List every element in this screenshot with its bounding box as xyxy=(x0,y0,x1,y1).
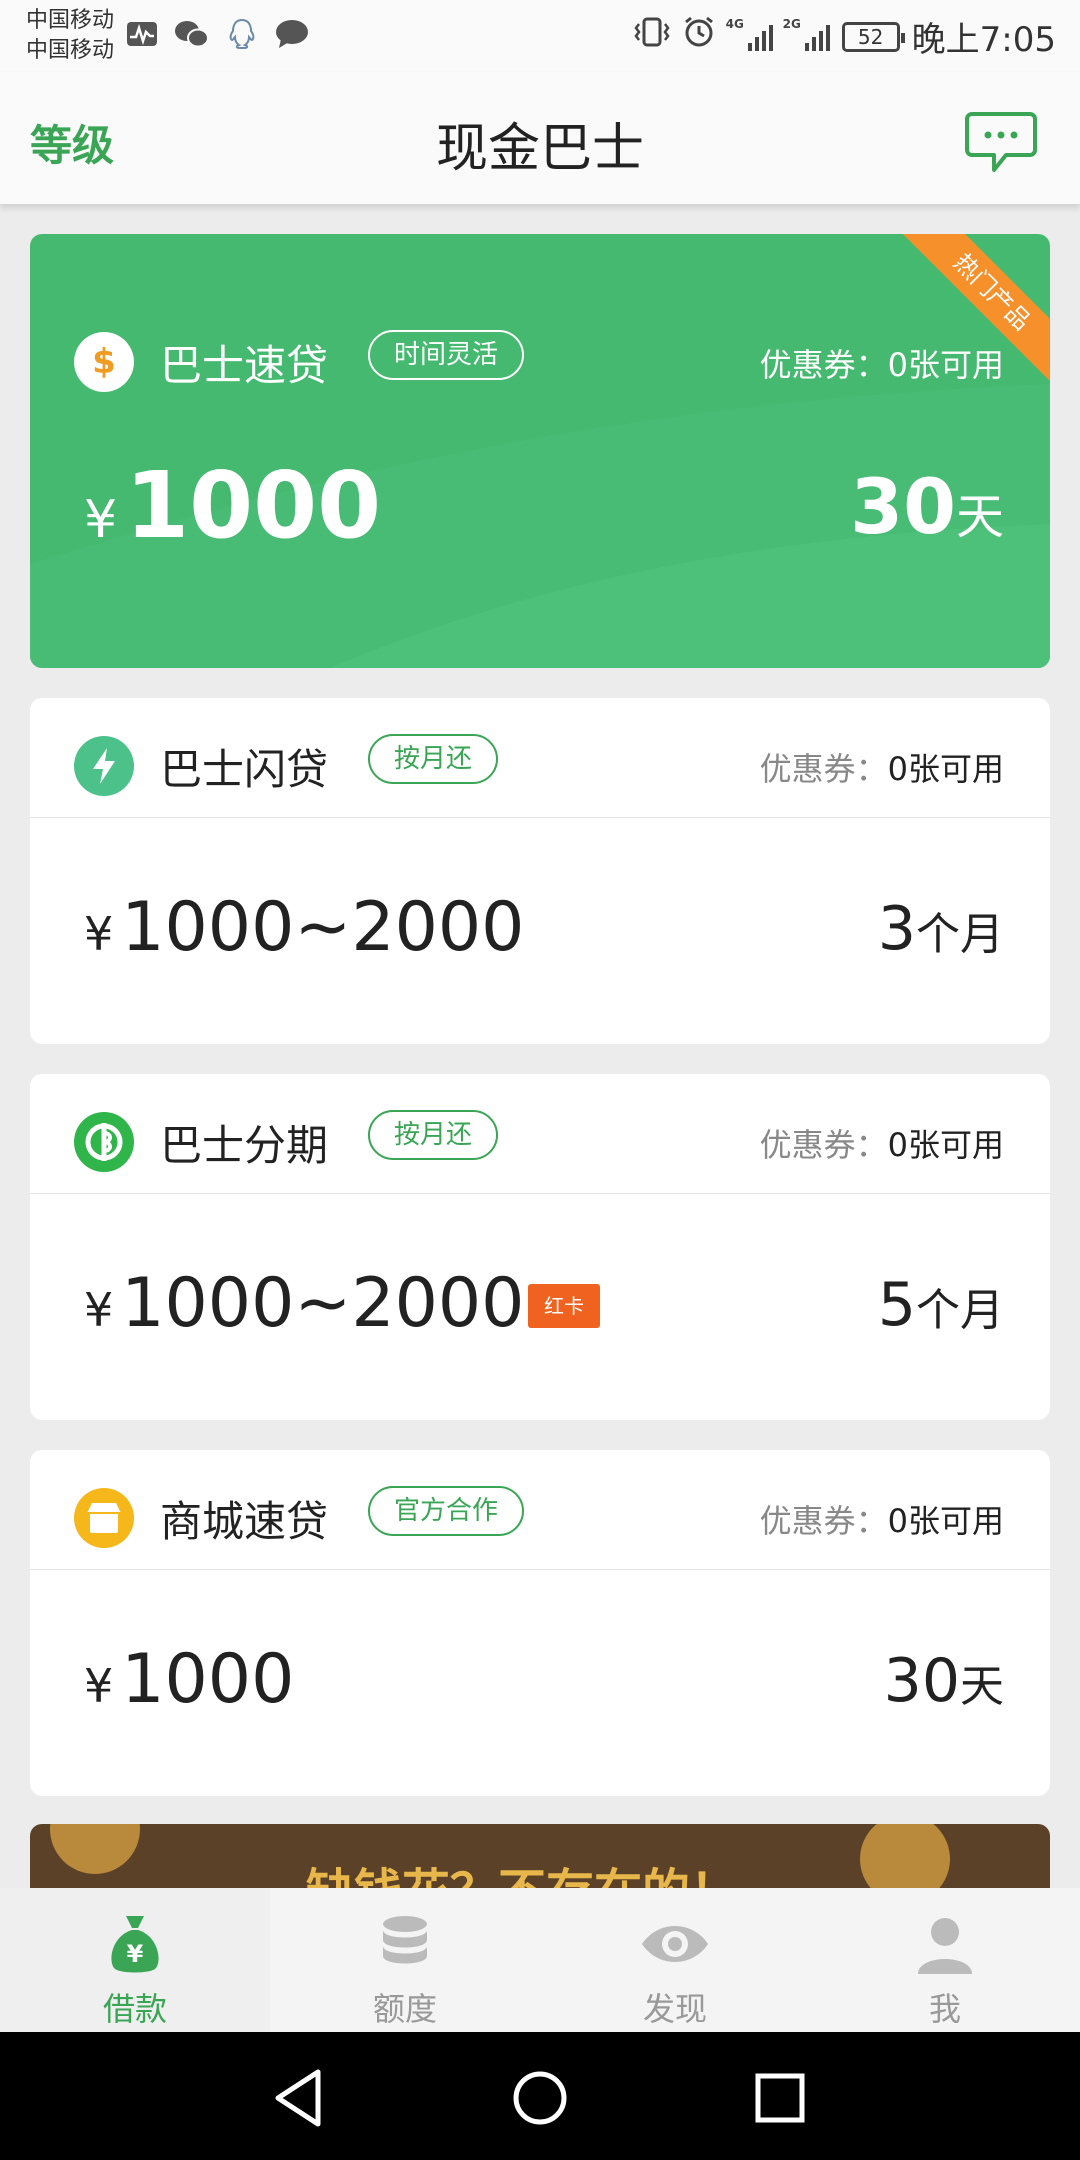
carrier-1: 中国移动 xyxy=(26,8,115,33)
qq-icon xyxy=(224,18,260,50)
nav-item-loan[interactable]: ¥ 借款 xyxy=(0,1888,270,2032)
nav-item-credit-limit[interactable]: 额度 xyxy=(270,1888,540,2032)
loan-amount: ¥1000~2000 xyxy=(84,888,524,967)
red-card-badge: 红卡 xyxy=(528,1284,600,1328)
loan-term: 30天 xyxy=(850,462,1004,551)
coupon-info[interactable]: 优惠券：0张可用 xyxy=(760,340,1004,386)
coupon-info[interactable]: 优惠券：0张可用 xyxy=(760,744,1004,790)
page-title: 现金巴士 xyxy=(435,119,644,179)
hero-background-wave xyxy=(30,384,1050,668)
message-button[interactable] xyxy=(964,110,1038,176)
nav-label: 我 xyxy=(928,1990,961,2028)
coupon-label: 优惠券： xyxy=(759,750,888,788)
term-unit: 个月 xyxy=(916,1285,1004,1336)
product-name: 巴士闪贷 xyxy=(160,745,329,794)
app-header: 等级 现金巴士 xyxy=(0,72,1080,204)
loan-term: 3个月 xyxy=(878,894,1004,964)
amount-value: 1000 xyxy=(125,452,382,559)
bottom-nav: ¥ 借款 额度 发现 我 xyxy=(0,1888,1080,2032)
back-icon[interactable] xyxy=(260,2058,340,2138)
clock: 晚上7:05 xyxy=(911,20,1056,60)
nav-item-discover[interactable]: 发现 xyxy=(540,1888,810,2032)
amount-value: 1000~2000 xyxy=(121,888,525,967)
loan-amount: ¥1000 xyxy=(84,452,381,559)
eye-icon xyxy=(642,1926,708,1962)
coupon-info[interactable]: 优惠券：0张可用 xyxy=(760,1496,1004,1542)
product-card-bus-installment[interactable]: 巴士分期 按月还 优惠券：0张可用 ¥1000~2000 红卡 5个月 xyxy=(30,1074,1050,1420)
term-number: 3 xyxy=(877,894,916,964)
product-name: 巴士速贷 xyxy=(160,341,329,390)
loan-amount: ¥1000 xyxy=(84,1640,294,1719)
coupon-value: 0张可用 xyxy=(887,346,1004,384)
product-name: 商城速贷 xyxy=(160,1497,329,1546)
currency-symbol: ¥ xyxy=(84,907,114,961)
chat-icon xyxy=(965,112,1037,172)
coupon-value: 0张可用 xyxy=(887,1502,1004,1540)
recents-icon[interactable] xyxy=(740,2058,820,2138)
product-tag: 官方合作 xyxy=(368,1486,525,1536)
currency-symbol: ¥ xyxy=(84,1659,114,1713)
svg-text:¥: ¥ xyxy=(127,1940,144,1968)
wechat-icon xyxy=(174,18,210,50)
term-unit: 天 xyxy=(960,1661,1004,1712)
notification-icons xyxy=(124,18,310,50)
carrier-info: 中国移动 中国移动 xyxy=(26,6,114,66)
card-header: 巴士闪贷 按月还 优惠券：0张可用 xyxy=(30,698,1050,818)
coupon-label: 优惠券： xyxy=(759,346,888,384)
product-tag: 时间灵活 xyxy=(368,330,525,380)
product-card-bus-flash-loan[interactable]: 巴士闪贷 按月还 优惠券：0张可用 ¥1000~2000 3个月 xyxy=(30,698,1050,1044)
battery-indicator: 52 xyxy=(841,21,905,52)
promo-banner[interactable]: 缺钱花？不存在的！ xyxy=(30,1824,1050,1894)
product-tag: 按月还 xyxy=(368,734,499,784)
product-card-bus-quick-loan[interactable]: 热门产品 $ 巴士速贷 时间灵活 优惠券：0张可用 ¥1000 30天 xyxy=(30,234,1050,668)
vibrate-icon xyxy=(634,16,670,57)
card-header: 商城速贷 官方合作 优惠券：0张可用 xyxy=(30,1450,1050,1570)
loan-term: 30天 xyxy=(884,1646,1004,1716)
term-unit: 个月 xyxy=(916,909,1004,960)
product-card-mall-quick-loan[interactable]: 商城速贷 官方合作 优惠券：0张可用 ¥1000 30天 xyxy=(30,1450,1050,1796)
system-nav-bar xyxy=(0,2032,1080,2160)
installment-icon xyxy=(74,1112,134,1172)
activity-icon xyxy=(124,18,160,50)
coin-stack-icon xyxy=(383,1916,427,1964)
shop-icon xyxy=(74,1488,134,1548)
home-icon[interactable] xyxy=(500,2058,580,2138)
amount-value: 1000 xyxy=(121,1640,295,1719)
nav-label: 额度 xyxy=(372,1990,437,2028)
term-number: 30 xyxy=(850,462,956,551)
message-bubble-icon xyxy=(274,18,310,50)
product-name: 巴士分期 xyxy=(160,1121,329,1170)
term-unit: 天 xyxy=(955,489,1004,545)
nav-item-me[interactable]: 我 xyxy=(810,1888,1080,2032)
nav-label: 借款 xyxy=(102,1990,167,2028)
coupon-label: 优惠券： xyxy=(759,1126,888,1164)
coupon-value: 0张可用 xyxy=(887,750,1004,788)
person-icon xyxy=(918,1918,972,1974)
carrier-2: 中国移动 xyxy=(26,38,115,63)
system-status: 4G 2G 52 晚上7:05 xyxy=(634,12,1056,61)
term-number: 5 xyxy=(877,1270,916,1340)
signal-2g-icon: 2G xyxy=(783,17,830,51)
coin-decoration xyxy=(50,1824,140,1874)
card-header: 巴士分期 按月还 优惠券：0张可用 xyxy=(30,1074,1050,1194)
dollar-icon: $ xyxy=(74,332,134,392)
coupon-info[interactable]: 优惠券：0张可用 xyxy=(760,1120,1004,1166)
product-tag: 按月还 xyxy=(368,1110,499,1160)
amount-value: 1000~2000 xyxy=(121,1264,525,1343)
currency-symbol: ¥ xyxy=(84,490,118,550)
currency-symbol: ¥ xyxy=(84,1283,114,1337)
lightning-icon xyxy=(74,736,134,796)
coupon-label: 优惠券： xyxy=(759,1502,888,1540)
loan-term: 5个月 xyxy=(878,1270,1004,1340)
alarm-icon xyxy=(682,15,716,58)
money-bag-icon: ¥ xyxy=(111,1916,159,1973)
status-bar: 中国移动 中国移动 4G 2G 52 晚上7:05 xyxy=(0,0,1080,72)
nav-label: 发现 xyxy=(642,1990,707,2028)
signal-4g-icon: 4G xyxy=(726,17,773,51)
coin-decoration xyxy=(860,1824,950,1894)
coupon-value: 0张可用 xyxy=(887,1126,1004,1164)
loan-amount: ¥1000~2000 xyxy=(84,1264,524,1343)
term-number: 30 xyxy=(883,1646,960,1716)
